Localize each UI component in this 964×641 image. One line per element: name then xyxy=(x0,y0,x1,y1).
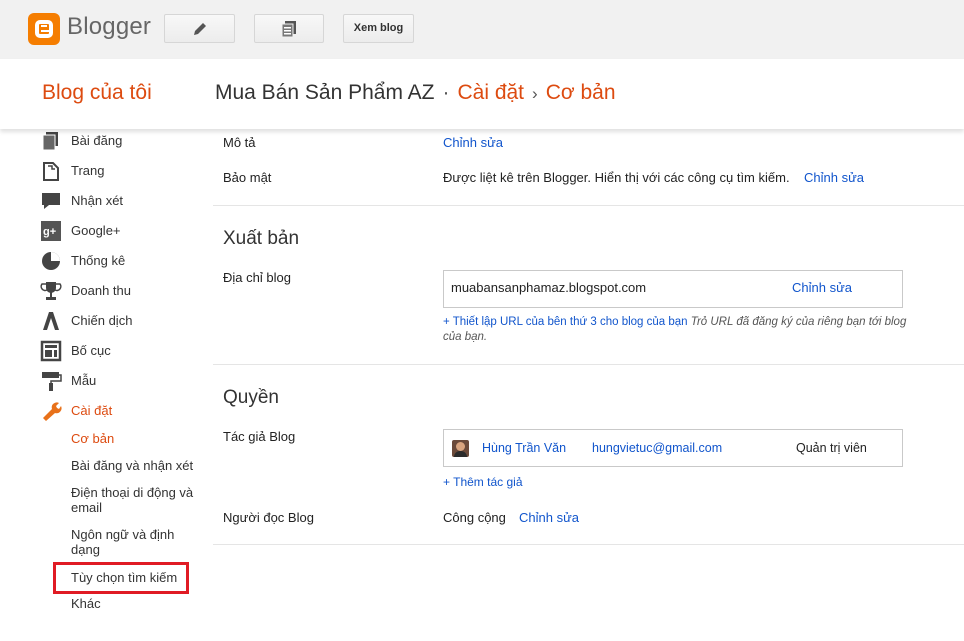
publishing-section-title: Xuất bản xyxy=(223,228,300,249)
blog-address-edit-link[interactable]: Chỉnh sửa xyxy=(792,280,852,295)
sidebar-item-label: Trang xyxy=(71,163,105,178)
blog-authors-label: Tác giả Blog xyxy=(223,429,296,444)
sidebar-item-layout[interactable]: Bố cục xyxy=(40,340,200,362)
settings-sub-language-format[interactable]: Ngôn ngữ và định dạng xyxy=(71,527,206,557)
post-list-button[interactable] xyxy=(254,14,324,43)
posts-icon xyxy=(42,132,58,151)
wrench-icon xyxy=(43,402,62,421)
breadcrumb-blog-name[interactable]: Mua Bán Sản Phẩm AZ xyxy=(215,81,434,104)
description-edit-link[interactable]: Chỉnh sửa xyxy=(443,135,503,150)
blog-address-box: muabansanphamaz.blogspot.com Chỉnh sửa xyxy=(443,270,903,308)
blog-readers-edit-link[interactable]: Chỉnh sửa xyxy=(519,510,579,525)
settings-content: Mô tả Chỉnh sửa Bảo mật Được liệt kê trê… xyxy=(213,129,964,641)
sidebar-item-comments[interactable]: Nhận xét xyxy=(40,190,200,212)
sidebar-item-campaigns[interactable]: Chiến dịch xyxy=(40,310,200,332)
sidebar-item-stats[interactable]: Thống kê xyxy=(40,250,200,272)
breadcrumb-separator: › xyxy=(532,84,538,103)
sidebar-item-label: Cài đặt xyxy=(71,403,113,418)
breadcrumb: Mua Bán Sản Phẩm AZ · Cài đặt › Cơ bản xyxy=(215,81,616,105)
sidebar-item-template[interactable]: Mẫu xyxy=(40,370,200,392)
sidebar-item-google-plus[interactable]: g+ Google+ xyxy=(40,220,200,242)
my-blogs-link[interactable]: Blog của tôi xyxy=(42,81,152,105)
sidebar: Bài đăng Trang Nhận xét g+ Google+ Thống… xyxy=(0,129,205,641)
page-header: Blog của tôi Mua Bán Sản Phẩm AZ · Cài đặt… xyxy=(0,59,964,129)
campaign-icon xyxy=(43,312,59,330)
stats-icon xyxy=(42,252,60,270)
custom-domain-hint: + Thiết lập URL của bên thứ 3 cho blog c… xyxy=(443,315,913,345)
section-divider xyxy=(213,205,964,206)
author-name-link[interactable]: Hùng Trần Văn xyxy=(482,441,566,455)
sidebar-item-posts[interactable]: Bài đăng xyxy=(40,130,200,152)
privacy-label: Bảo mật xyxy=(223,170,272,185)
blog-address-value: muabansanphamaz.blogspot.com xyxy=(451,280,647,295)
blogger-logo-icon[interactable] xyxy=(28,13,60,45)
trophy-icon xyxy=(40,282,62,300)
permissions-section-title: Quyền xyxy=(223,387,279,408)
privacy-edit-link[interactable]: Chỉnh sửa xyxy=(804,170,864,185)
pencil-icon xyxy=(193,22,206,35)
blog-readers-value: Công cộng xyxy=(443,510,506,525)
sidebar-item-label: Mẫu xyxy=(71,373,97,388)
settings-sub-basic[interactable]: Cơ bản xyxy=(71,431,206,446)
sidebar-item-label: Google+ xyxy=(71,223,121,238)
breadcrumb-settings[interactable]: Cài đặt xyxy=(457,81,524,104)
post-list-icon xyxy=(281,20,296,37)
breadcrumb-basic[interactable]: Cơ bản xyxy=(546,81,616,104)
template-roller-icon xyxy=(42,372,62,391)
blogger-logo-text[interactable]: Blogger xyxy=(67,13,151,41)
sidebar-item-label: Bố cục xyxy=(71,343,111,358)
svg-text:g+: g+ xyxy=(43,226,56,238)
comments-icon xyxy=(42,193,60,209)
blog-readers-label: Người đọc Blog xyxy=(223,510,314,525)
author-email-link[interactable]: hungvietuc@gmail.com xyxy=(592,441,722,455)
sidebar-item-label: Bài đăng xyxy=(71,133,123,148)
section-divider xyxy=(213,544,964,545)
description-label: Mô tả xyxy=(223,135,256,150)
section-divider xyxy=(213,364,964,365)
add-author-link[interactable]: + Thêm tác giả xyxy=(443,475,523,489)
settings-sub-mobile-email[interactable]: Điện thoại di động và email xyxy=(71,485,206,515)
new-post-button[interactable] xyxy=(164,14,235,43)
custom-domain-link[interactable]: + Thiết lập URL của bên thứ 3 cho blog c… xyxy=(443,316,688,328)
author-role[interactable]: Quản trị viên xyxy=(796,441,867,455)
settings-sub-other[interactable]: Khác xyxy=(71,596,206,611)
sidebar-item-label: Thống kê xyxy=(71,253,126,268)
avatar xyxy=(452,440,469,457)
view-blog-button[interactable]: Xem blog xyxy=(343,14,414,43)
top-bar: Blogger Xem blog xyxy=(0,0,964,59)
privacy-value: Được liệt kê trên Blogger. Hiển thị với … xyxy=(443,170,790,185)
sidebar-item-pages[interactable]: Trang xyxy=(40,160,200,182)
google-plus-icon: g+ xyxy=(41,221,61,241)
sidebar-item-label: Doanh thu xyxy=(71,283,131,298)
layout-icon xyxy=(40,340,62,362)
sidebar-item-earnings[interactable]: Doanh thu xyxy=(40,280,200,302)
sidebar-item-label: Nhận xét xyxy=(71,193,124,208)
author-row: Hùng Trần Văn hungvietuc@gmail.com Quản … xyxy=(443,429,903,467)
blog-address-label: Địa chỉ blog xyxy=(223,270,291,285)
breadcrumb-dot: · xyxy=(442,81,450,104)
sidebar-item-label: Chiến dịch xyxy=(71,313,133,328)
sidebar-item-settings[interactable]: Cài đặt xyxy=(40,400,200,422)
pages-icon xyxy=(43,162,59,181)
settings-sub-posts-comments[interactable]: Bài đăng và nhận xét xyxy=(71,458,206,473)
highlight-annotation-box xyxy=(53,562,189,594)
